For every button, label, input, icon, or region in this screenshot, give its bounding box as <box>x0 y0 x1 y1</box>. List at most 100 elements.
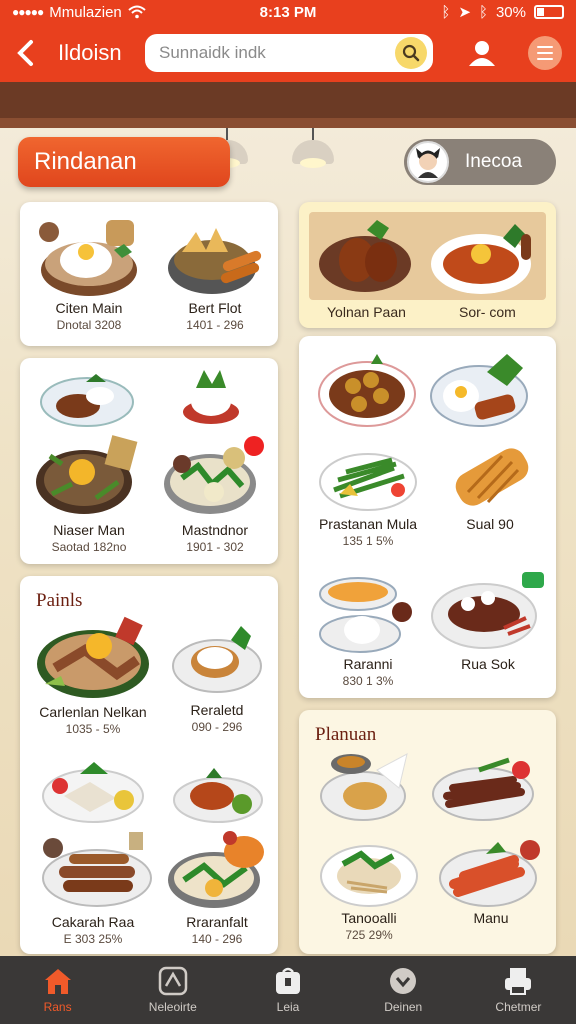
roast-chicken-icon <box>319 220 411 292</box>
fried-snack-bowl-icon <box>168 228 262 294</box>
battery-percent: 30% <box>495 3 526 21</box>
item-name: Bert Flot <box>188 300 242 316</box>
nav-explore[interactable]: Neleoirte <box>115 956 230 1024</box>
item-name: Tanooalli <box>341 910 397 926</box>
menu-icon <box>537 46 553 48</box>
item-price: 1901 - 302 <box>186 540 244 554</box>
nav-label: Leia <box>276 1000 300 1014</box>
item-name: Carlenlan Nelkan <box>39 704 147 720</box>
print-icon <box>503 966 533 996</box>
search-placeholder: Sunnaidk indk <box>159 43 266 62</box>
nav-label: Chetmer <box>495 1000 542 1014</box>
compass-icon <box>158 966 188 996</box>
item-name: Rraranfalt <box>186 914 248 930</box>
app-header: Ildoisn Sunnaidk indk <box>0 24 576 82</box>
back-button[interactable] <box>14 39 42 67</box>
item-price: 1035 - 5% <box>65 722 121 736</box>
banner-image <box>309 212 546 300</box>
ceiling-trim <box>0 118 576 128</box>
sausage-plate-icon <box>432 757 534 821</box>
location-icon: ➤ <box>458 4 471 21</box>
section-title: Painls <box>36 590 83 611</box>
menu-item[interactable]: Cakarah Raa E 303 25% <box>30 830 156 946</box>
category-button[interactable]: Rindanan <box>18 137 230 187</box>
nav-label: Rans <box>43 1000 72 1014</box>
item-price: 135 1 5% <box>342 534 394 548</box>
glazed-meat-icon <box>439 840 540 907</box>
mixed-plate-icon <box>168 831 264 908</box>
chicken-plate-icon <box>42 762 144 823</box>
nav-label: Neleoirte <box>148 1000 197 1014</box>
salad-platter-icon <box>164 436 264 514</box>
item-name: Rua Sok <box>461 656 515 672</box>
menu-item[interactable]: Niaser Man Saotad 182no <box>30 434 148 554</box>
item-price: 140 - 296 <box>191 932 243 946</box>
rice-bowl-icon <box>39 220 137 296</box>
item-name: Cakarah Raa <box>51 914 135 930</box>
item-name: Niaser Man <box>53 522 125 538</box>
item-name: Reraletd <box>190 702 244 718</box>
avatar-icon <box>416 148 440 178</box>
bluetooth-icon: ᛒ <box>441 3 451 21</box>
item-price: Dnotal 3208 <box>56 318 122 332</box>
bluetooth-icon: ᛒ <box>478 3 488 21</box>
item-name: Prastanan Mula <box>318 516 418 532</box>
profile-button[interactable] <box>466 38 498 68</box>
nav-deals[interactable]: Deinen <box>346 956 461 1024</box>
menu-card: Planuan Tanooalli 725 29% Manu <box>299 710 556 954</box>
grilled-sausage-icon <box>42 832 152 907</box>
menu-item[interactable]: Rua Sok <box>423 564 553 674</box>
item-price: Saotad 182no <box>51 540 127 554</box>
menu-item[interactable]: Mastndnor 1901 - 302 <box>156 434 274 554</box>
menu-item[interactable]: Bert Flot 1401 - 296 <box>156 212 274 332</box>
item-price: 725 29% <box>345 928 393 942</box>
menu-card: Painls Carlenlan Nelkan 1035 - 5% Rerale… <box>20 576 278 954</box>
menu-item[interactable]: Rraranfalt 140 - 296 <box>160 830 274 946</box>
featured-banner[interactable]: Yolnan Paan Sor- com <box>299 202 556 328</box>
stew-plate-icon <box>40 374 134 427</box>
section-title: Planuan <box>315 724 377 745</box>
header-title: Ildoisn <box>58 40 122 65</box>
search-button[interactable] <box>395 37 427 69</box>
curry-rice-icon <box>319 577 412 653</box>
green-beans-plate-icon <box>319 453 417 511</box>
battery-icon <box>534 5 564 19</box>
banner-label: Yolnan Paan <box>327 304 406 320</box>
menu-card: Niaser Man Saotad 182no Mastndnor 1901 -… <box>20 358 278 564</box>
menu-item[interactable]: Raranni 830 1 3% <box>307 572 429 688</box>
noodle-salad-icon <box>320 845 418 907</box>
banner-label: Sor- com <box>459 304 516 320</box>
rice-mound-icon <box>183 370 239 424</box>
status-bar: ●●●●● Mmulazien 8:13 PM ᛒ ➤ ᛒ 30% <box>0 0 576 24</box>
lamp-icon <box>292 128 334 168</box>
search-input[interactable]: Sunnaidk indk <box>145 34 433 72</box>
user-icon <box>469 41 495 66</box>
nav-home[interactable]: Rans <box>0 956 115 1024</box>
noodle-plate-icon <box>36 435 138 514</box>
meatball-plate-icon <box>318 354 416 427</box>
dumpling-bowl-icon <box>172 626 262 693</box>
menu-item[interactable]: Manu <box>429 836 553 928</box>
nav-checkout[interactable]: Chetmer <box>461 956 576 1024</box>
menu-item[interactable]: Tanooalli 725 29% <box>307 836 431 942</box>
item-name: Manu <box>473 910 509 926</box>
item-price: 830 1 3% <box>342 674 394 688</box>
user-chip[interactable]: Inecoa <box>404 139 556 185</box>
item-name: Sual 90 <box>466 516 514 532</box>
menu-item[interactable]: Reraletd 090 - 296 <box>160 622 274 734</box>
menu-item[interactable]: Carlenlan Nelkan 1035 - 5% <box>30 612 156 736</box>
beef-platter-icon <box>37 616 149 698</box>
egg-plate-icon <box>430 354 528 427</box>
item-name: Citen Main <box>55 300 123 316</box>
menu-item[interactable]: Citen Main Dnotal 3208 <box>30 212 148 332</box>
braised-pork-icon <box>173 768 263 823</box>
search-icon <box>402 44 420 62</box>
menu-item[interactable]: Sual 90 <box>429 440 551 534</box>
menu-item[interactable]: Prastanan Mula 135 1 5% <box>307 440 429 548</box>
nav-orders[interactable]: Leia <box>230 956 345 1024</box>
nav-label: Deinen <box>384 1000 423 1014</box>
spaghetti-plate-icon <box>431 224 531 294</box>
menu-button[interactable] <box>528 36 562 70</box>
avatar <box>407 141 449 183</box>
item-price: 090 - 296 <box>191 720 243 734</box>
